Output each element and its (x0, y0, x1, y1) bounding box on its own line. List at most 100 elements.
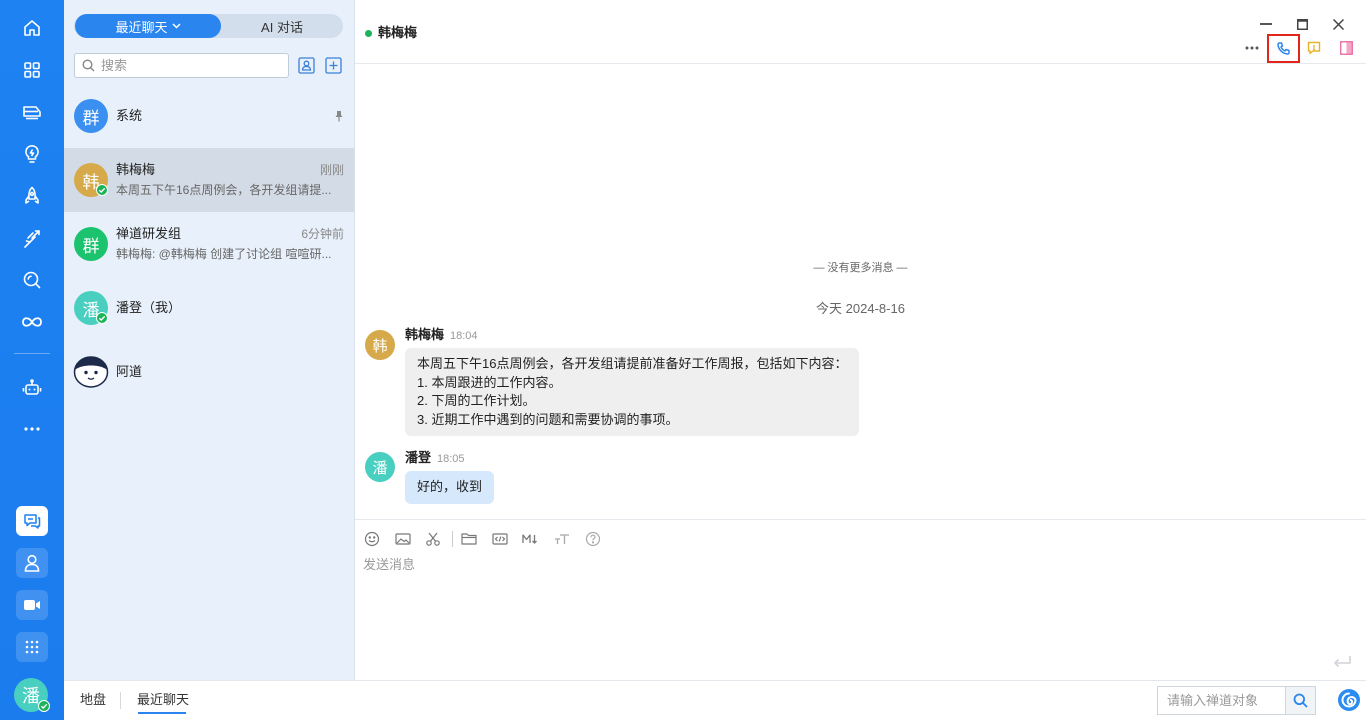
zentao-search-input[interactable] (1158, 687, 1284, 714)
conversation-panel: 最近聊天 AI 对话 群 系统 韩 韩梅梅 刚刚 本周五 (64, 0, 355, 680)
add-icon[interactable] (324, 56, 343, 75)
close-icon[interactable] (1328, 14, 1348, 34)
message-line: 3. 近期工作中遇到的问题和需要协调的事项。 (417, 411, 679, 427)
grid-icon[interactable] (16, 54, 48, 86)
conversation-item-adao[interactable]: 阿道 (64, 340, 354, 404)
message-line: 1. 本周跟进的工作内容。 (417, 374, 562, 390)
chat-icon[interactable] (16, 506, 48, 536)
image-icon[interactable] (395, 531, 411, 547)
message-line: 本周五下午16点周例会，各开发组请提前准备好工作周报，包括如下内容： (417, 356, 848, 371)
markdown-icon[interactable] (522, 531, 538, 547)
conversation-time: 6分钟前 (301, 227, 344, 241)
nav-divider (14, 353, 50, 354)
search-icon (1293, 693, 1308, 708)
footer-separator (120, 692, 121, 709)
conversation-item-self[interactable]: 潘 潘登（我） (64, 276, 354, 340)
message-line: 好的，收到 (417, 479, 483, 494)
user-icon[interactable] (16, 548, 48, 578)
group-avatar: 群 (74, 99, 108, 133)
lightbulb-icon[interactable] (16, 138, 48, 170)
online-check-icon (96, 184, 108, 196)
pin-icon (334, 110, 344, 122)
footer-tab-recent[interactable]: 最近聊天 (137, 692, 189, 708)
message-sender[interactable]: 韩梅梅 (405, 327, 444, 342)
composer-divider (355, 519, 1366, 520)
folder-icon[interactable] (461, 531, 477, 547)
message-line: 2. 下周的工作计划。 (417, 393, 536, 408)
apps-icon[interactable] (16, 632, 48, 662)
conversation-name: 阿道 (116, 364, 143, 379)
phone-icon[interactable] (1273, 38, 1293, 58)
tab-ai-label: AI 对话 (261, 19, 303, 35)
message-sender[interactable]: 潘登 (405, 450, 431, 465)
online-check-icon (96, 312, 108, 324)
conversation-preview: 韩梅梅: @韩梅梅 创建了讨论组 喧喧研... (116, 247, 332, 261)
more-icon[interactable] (16, 413, 48, 445)
search-input[interactable] (75, 54, 288, 77)
rocket-icon[interactable] (16, 180, 48, 212)
message-avatar[interactable]: 潘 (365, 452, 395, 482)
comet-icon[interactable] (16, 222, 48, 254)
conversation-item-system[interactable]: 群 系统 (64, 84, 354, 148)
conversation-name: 韩梅梅 (116, 162, 156, 177)
conversation-preview: 本周五下午16点周例会，各开发组请提... (116, 183, 332, 197)
chevron-down-icon (171, 23, 181, 29)
header-divider (355, 63, 1366, 64)
contacts-icon[interactable] (297, 56, 316, 75)
message-time: 18:05 (437, 453, 465, 465)
conversation-search (74, 53, 289, 78)
conversation-item-dev-group[interactable]: 群 禅道研发组 6分钟前 韩梅梅: @韩梅梅 创建了讨论组 喧喧研... (64, 212, 354, 276)
tab-recent-label: 最近聊天 (115, 19, 168, 35)
message-header: 潘登 18:05 (405, 450, 465, 467)
conversation-tabs: 最近聊天 AI 对话 (74, 14, 343, 38)
avatar-initial: 韩 (372, 337, 388, 355)
avatar-initial: 群 (82, 108, 100, 128)
message-header: 韩梅梅 18:04 (405, 327, 478, 344)
video-icon[interactable] (16, 590, 48, 620)
online-check-icon (38, 700, 50, 712)
tab-ai-chat[interactable]: AI 对话 (221, 14, 343, 38)
avatar-initial: 群 (82, 236, 100, 256)
home-icon[interactable] (16, 12, 48, 44)
scissors-icon[interactable] (425, 531, 441, 547)
app-logo-icon[interactable] (1337, 688, 1361, 712)
text-format-icon[interactable] (554, 531, 570, 547)
group-avatar: 群 (74, 227, 108, 261)
minimize-icon[interactable] (1256, 14, 1276, 34)
more-options-icon[interactable] (1242, 38, 1262, 58)
avatar-initial: 潘 (372, 459, 388, 477)
help-icon[interactable] (585, 531, 601, 547)
infinity-icon[interactable] (16, 306, 48, 338)
tab-recent-chats[interactable]: 最近聊天 (75, 14, 221, 38)
zentao-search (1157, 686, 1285, 715)
conversation-item-hanmeimei[interactable]: 韩 韩梅梅 刚刚 本周五下午16点周例会，各开发组请提... (64, 148, 354, 212)
code-icon[interactable] (492, 531, 508, 547)
message-input[interactable] (363, 554, 1323, 654)
footer-tab-home[interactable]: 地盘 (80, 692, 106, 708)
train-icon[interactable] (16, 96, 48, 128)
footer-tab-underline (138, 712, 186, 714)
sidebar-toggle-icon[interactable] (1336, 38, 1356, 58)
date-divider: 今天 2024-8-16 (816, 301, 905, 316)
footer-bar: 地盘 最近聊天 (64, 680, 1366, 720)
send-enter-icon[interactable] (1332, 655, 1352, 669)
chat-window: 韩梅梅 — 没有更多消息 — 今天 2024-8-16 韩 韩梅梅 18:04 本… (355, 0, 1366, 680)
chat-title: 韩梅梅 (378, 25, 418, 40)
message-avatar[interactable]: 韩 (365, 330, 395, 360)
conversation-name: 系统 (116, 108, 143, 123)
chat-alert-icon[interactable] (1304, 38, 1324, 58)
message-time: 18:04 (450, 330, 478, 342)
message-bubble[interactable]: 本周五下午16点周例会，各开发组请提前准备好工作周报，包括如下内容： 1. 本周… (405, 348, 860, 436)
emoji-icon[interactable] (364, 531, 380, 547)
conversation-time: 刚刚 (319, 163, 344, 177)
zentao-search-button[interactable] (1285, 686, 1316, 715)
toolbar-separator (452, 531, 453, 547)
message-bubble[interactable]: 好的，收到 (405, 471, 495, 504)
maximize-icon[interactable] (1292, 14, 1312, 34)
robot-icon[interactable] (16, 372, 48, 404)
conversation-name: 禅道研发组 (116, 226, 182, 241)
app-nav-bar: 潘 (0, 0, 64, 720)
magnifier-icon[interactable] (16, 264, 48, 296)
conversation-name: 潘登（我） (116, 300, 182, 315)
no-more-messages: — 没有更多消息 — (813, 262, 908, 274)
